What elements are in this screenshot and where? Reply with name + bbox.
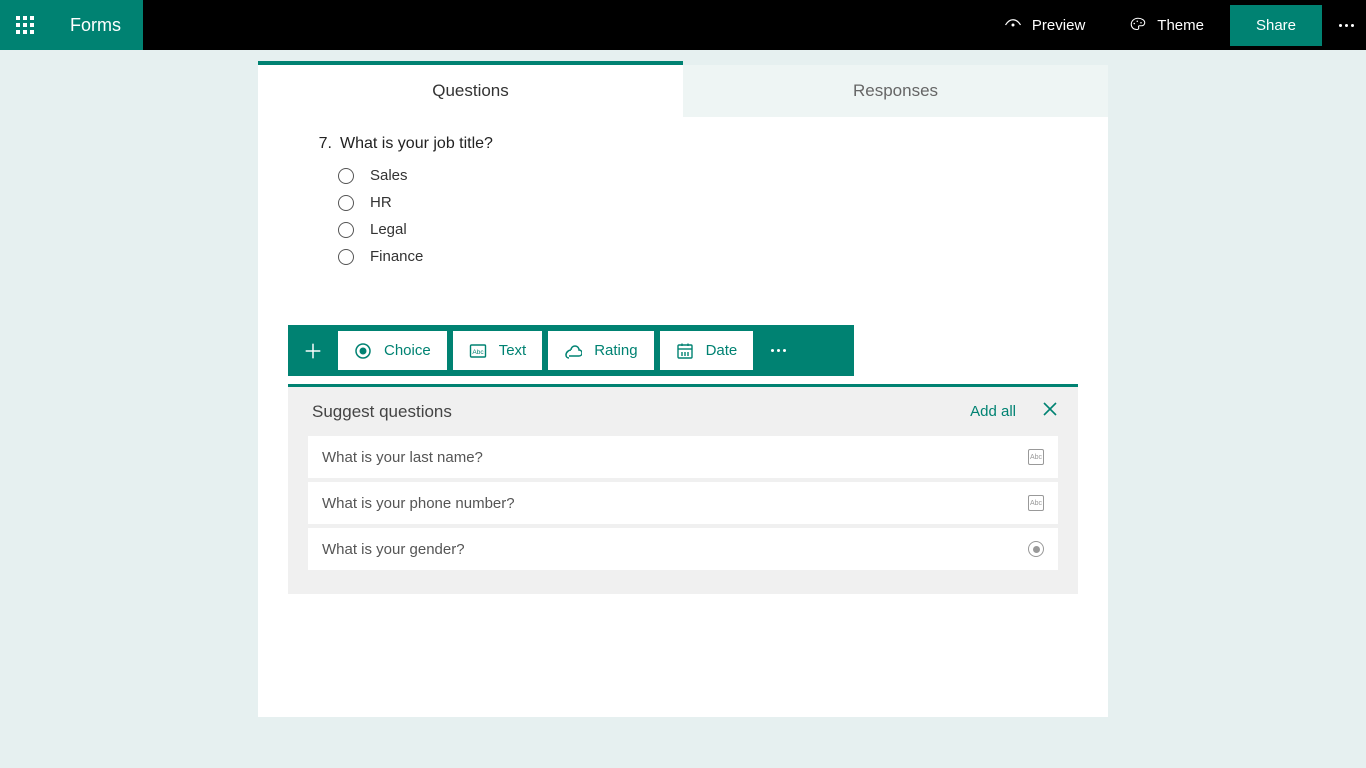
tab-responses[interactable]: Responses [683,65,1108,117]
question-number: 7. [318,135,332,153]
app-launcher-button[interactable] [0,0,50,50]
option-2-label: HR [370,194,392,211]
suggest-item-3[interactable]: What is your gender? [308,528,1058,570]
preview-icon [1004,16,1022,34]
add-date-button[interactable]: Date [660,331,754,370]
radio-icon [338,195,354,211]
add-all-button[interactable]: Add all [970,403,1016,420]
plus-icon [302,340,324,362]
theme-icon [1129,16,1147,34]
option-2[interactable]: HR [338,194,1048,211]
question-options: Sales HR Legal Finance [338,167,1048,265]
waffle-icon [16,16,34,34]
text-icon: Abc [469,342,487,360]
option-4[interactable]: Finance [338,248,1048,265]
suggest-item-1-text: What is your last name? [322,449,483,466]
add-question-toolbar: Choice Abc Text Rating Date [288,325,854,376]
add-question-button[interactable] [294,332,332,370]
choice-icon [354,342,372,360]
suggest-item-2[interactable]: What is your phone number? Abc [308,482,1058,524]
add-choice-button[interactable]: Choice [338,331,447,370]
more-icon [1339,24,1354,27]
radio-icon [338,249,354,265]
option-3[interactable]: Legal [338,221,1048,238]
top-bar: Forms Preview Theme Share [0,0,1366,50]
tab-responses-label: Responses [853,81,938,101]
add-more-types-button[interactable] [759,332,797,370]
text-type-icon: Abc [1028,449,1044,465]
option-3-label: Legal [370,221,407,238]
close-icon [1042,401,1058,417]
suggest-item-1[interactable]: What is your last name? Abc [308,436,1058,478]
form-tabs: Questions Responses [258,65,1108,117]
preview-label: Preview [1032,17,1085,34]
choice-type-icon [1028,541,1044,557]
suggest-item-2-text: What is your phone number? [322,495,515,512]
tab-questions-label: Questions [432,81,509,101]
add-date-label: Date [706,342,738,359]
add-rating-button[interactable]: Rating [548,331,653,370]
add-rating-label: Rating [594,342,637,359]
suggest-title: Suggest questions [308,402,452,422]
text-type-icon: Abc [1028,495,1044,511]
header-more-button[interactable] [1326,0,1366,50]
option-1-label: Sales [370,167,408,184]
add-choice-label: Choice [384,342,431,359]
close-suggest-button[interactable] [1042,401,1058,422]
date-icon [676,342,694,360]
share-button[interactable]: Share [1230,5,1322,46]
question-text: What is your job title? [340,135,493,153]
theme-label: Theme [1157,17,1204,34]
rating-icon [564,342,582,360]
svg-text:Abc: Abc [472,349,484,356]
form-body: 7. What is your job title? Sales HR Lega… [258,117,1108,717]
option-1[interactable]: Sales [338,167,1048,184]
radio-icon [338,168,354,184]
option-4-label: Finance [370,248,423,265]
tab-questions[interactable]: Questions [258,65,683,117]
suggest-item-3-text: What is your gender? [322,541,465,558]
question-7[interactable]: 7. What is your job title? [318,135,1048,153]
radio-icon [338,222,354,238]
share-label: Share [1256,17,1296,34]
app-name[interactable]: Forms [50,0,143,50]
more-icon [771,349,786,352]
add-text-button[interactable]: Abc Text [453,331,543,370]
preview-button[interactable]: Preview [982,0,1107,50]
add-text-label: Text [499,342,527,359]
theme-button[interactable]: Theme [1107,0,1226,50]
suggest-questions-panel: Suggest questions Add all What is your l… [288,384,1078,594]
